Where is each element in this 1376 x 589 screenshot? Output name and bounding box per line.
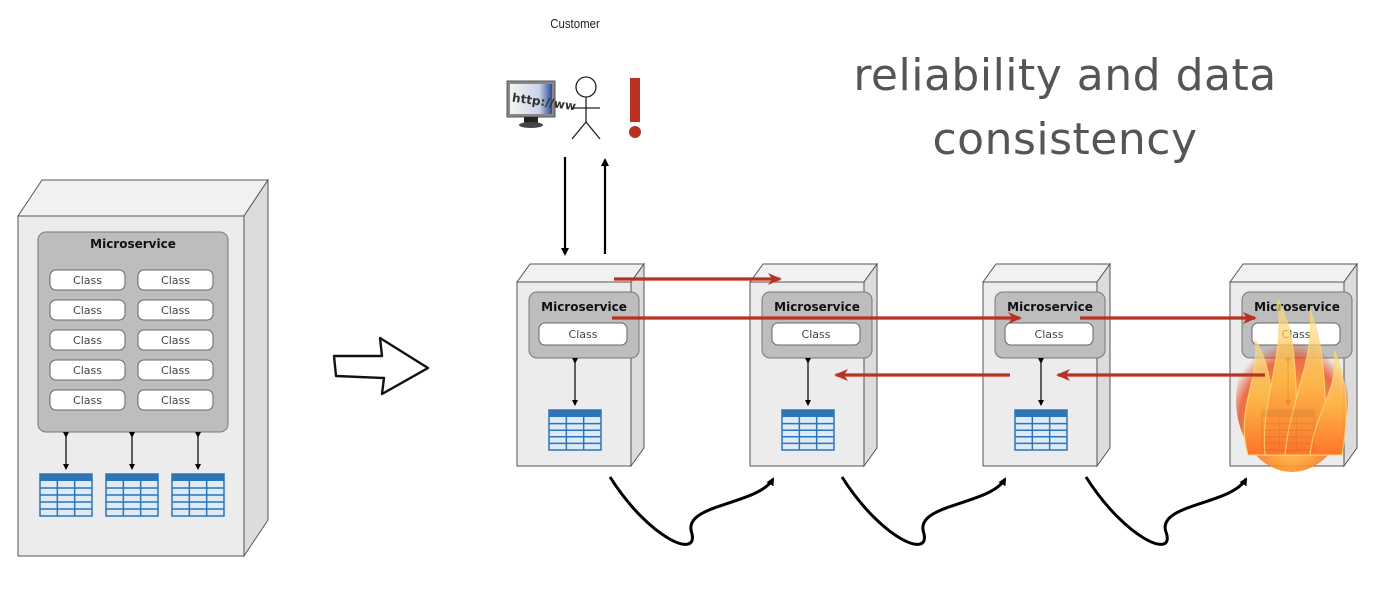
curved-arrow-1 bbox=[608, 476, 775, 546]
db-header bbox=[782, 410, 834, 417]
curved-flow-arrows bbox=[608, 476, 1248, 546]
slide-title: reliability and data consistency bbox=[820, 44, 1310, 172]
class-label: Class bbox=[1035, 328, 1064, 341]
class-label: Class bbox=[802, 328, 831, 341]
browser-monitor-icon: http://ww bbox=[506, 80, 577, 128]
class-label: Class bbox=[569, 328, 598, 341]
transform-arrow bbox=[332, 336, 430, 396]
microservice-server-2: Microservice Class bbox=[749, 262, 878, 468]
customer-stick-figure-icon bbox=[571, 76, 601, 140]
microservice-header: Microservice bbox=[90, 237, 176, 251]
class-label: Class bbox=[161, 304, 190, 317]
class-label: Class bbox=[73, 364, 102, 377]
microservice-header: Microservice bbox=[774, 300, 860, 314]
database-table-icon bbox=[548, 409, 602, 451]
curved-arrow-2 bbox=[840, 476, 1007, 546]
head bbox=[575, 76, 597, 98]
microservice-header: Microservice bbox=[1254, 300, 1340, 314]
database-table-icon bbox=[39, 473, 93, 517]
db-header bbox=[106, 474, 158, 481]
class-label: Class bbox=[161, 334, 190, 347]
diagram-canvas: Microservice Class Class Class Class Class Cla… bbox=[0, 0, 1376, 584]
monitor-base bbox=[519, 122, 543, 128]
class-label: Class bbox=[73, 274, 102, 287]
exclamation-dot bbox=[629, 126, 641, 138]
microservice-header: Microservice bbox=[541, 300, 627, 314]
database-table-icon bbox=[1014, 409, 1068, 451]
class-label: Class bbox=[161, 394, 190, 407]
box-top bbox=[982, 263, 1111, 283]
class-label: Class bbox=[161, 364, 190, 377]
monolith-server: Microservice Class Class Class Class Class Cla… bbox=[17, 178, 269, 558]
class-label: Class bbox=[73, 304, 102, 317]
box-side bbox=[243, 178, 269, 558]
class-label: Class bbox=[161, 274, 190, 287]
microservice-header: Microservice bbox=[1007, 300, 1093, 314]
db-header bbox=[172, 474, 224, 481]
customer-group: http://ww bbox=[506, 76, 641, 256]
db-header bbox=[40, 474, 92, 481]
hollow-arrow-icon bbox=[332, 336, 430, 396]
title-line-1: reliability and data bbox=[853, 50, 1277, 101]
box-top bbox=[17, 179, 269, 217]
class-label: Class bbox=[73, 334, 102, 347]
database-table-icon bbox=[105, 473, 159, 517]
database-table-icon bbox=[781, 409, 835, 451]
customer-label: Customer bbox=[550, 16, 600, 31]
microservice-server-3: Microservice Class bbox=[982, 262, 1111, 468]
curved-arrow-3 bbox=[1084, 476, 1248, 546]
class-label: Class bbox=[73, 394, 102, 407]
exclamation-bar bbox=[630, 78, 640, 122]
left-leg bbox=[571, 121, 587, 140]
microservice-server-4: MicroserviceClass bbox=[1229, 262, 1358, 472]
db-header bbox=[1015, 410, 1067, 417]
database-table-icon bbox=[171, 473, 225, 517]
propagation-arrows bbox=[612, 273, 1265, 381]
box-top bbox=[1229, 263, 1358, 283]
title-line-2: consistency bbox=[932, 114, 1198, 165]
microservice-server-1: Microservice Class bbox=[516, 262, 645, 468]
right-leg bbox=[585, 121, 601, 140]
db-header bbox=[549, 410, 601, 417]
alert-exclamation-icon bbox=[629, 78, 641, 138]
